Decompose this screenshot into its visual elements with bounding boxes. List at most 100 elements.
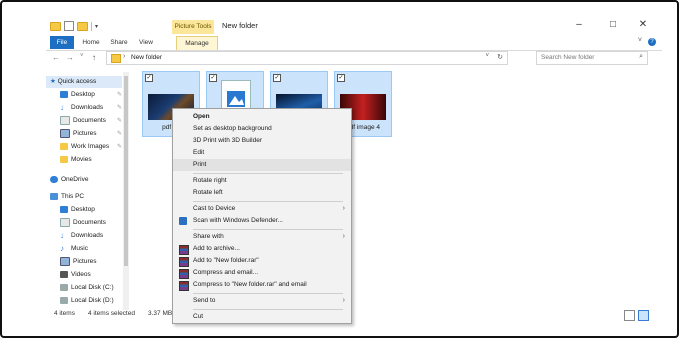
menu-label: Rotate right	[193, 177, 227, 184]
nav-item-documents[interactable]: Documents ✎	[60, 115, 122, 127]
menu-item-set-desktop-background[interactable]: Set as desktop background	[173, 123, 351, 135]
pictures-icon	[60, 128, 70, 138]
picture-tools-label: Picture Tools	[172, 20, 214, 34]
menu-label: Rotate left	[193, 189, 223, 196]
back-icon[interactable]: ←	[52, 53, 60, 62]
menu-item-add-to-archive[interactable]: Add to archive...	[173, 243, 351, 255]
nav-item-work-images[interactable]: Work Images ✎	[60, 141, 122, 153]
nav-label: Work Images	[71, 143, 110, 150]
title-bar: ▾ Picture Tools New folder – □ ✕	[42, 16, 662, 36]
chevron-right-icon: ›	[342, 205, 345, 212]
status-bar: 4 items 4 items selected 3.37 MB	[54, 310, 654, 322]
checkbox-icon[interactable]: ✓	[273, 74, 281, 82]
ribbon-expand-icon[interactable]: ˅	[638, 37, 642, 44]
pictures-icon	[60, 256, 70, 266]
winrar-icon	[179, 257, 189, 267]
nav-item-local-disk-d[interactable]: Local Disk (D:)	[60, 295, 122, 307]
nav-item-onedrive[interactable]: OneDrive	[50, 174, 122, 186]
menu-item-send-to[interactable]: Send to ›	[173, 295, 351, 307]
recent-locations-icon[interactable]: ˅	[80, 53, 84, 59]
menu-item-3d-print[interactable]: 3D Print with 3D Builder	[173, 135, 351, 147]
checkbox-icon[interactable]: ✓	[145, 74, 153, 82]
tab-manage[interactable]: Manage	[176, 36, 218, 50]
menu-item-edit[interactable]: Edit	[173, 147, 351, 159]
new-folder-icon[interactable]	[77, 21, 88, 31]
address-path[interactable]: New folder	[131, 54, 162, 61]
winrar-icon	[179, 245, 189, 255]
nav-item-documents[interactable]: Documents	[60, 217, 122, 229]
nav-label: Documents	[73, 219, 106, 226]
menu-divider	[193, 309, 343, 310]
winrar-icon	[179, 269, 189, 279]
toolbar-divider	[91, 21, 92, 31]
nav-label: Downloads	[71, 232, 104, 239]
tab-file[interactable]: File	[50, 36, 74, 49]
menu-item-cut[interactable]: Cut	[173, 311, 351, 323]
menu-label: Edit	[193, 149, 205, 156]
nav-item-pictures[interactable]: Pictures	[60, 256, 122, 268]
quick-access-toolbar: ▾	[50, 21, 98, 31]
nav-label: Movies	[71, 156, 92, 163]
folder-icon	[50, 21, 61, 31]
nav-item-music[interactable]: ♪ Music	[60, 243, 122, 255]
nav-item-quick-access[interactable]: ★ Quick access	[46, 76, 122, 88]
nav-label: Videos	[71, 271, 91, 278]
menu-item-share-with[interactable]: Share with ›	[173, 231, 351, 243]
chevron-down-icon[interactable]: ˅	[485, 53, 489, 59]
folder-icon	[60, 155, 68, 163]
up-icon[interactable]: ↑	[92, 53, 96, 62]
tab-share[interactable]: Share	[108, 36, 130, 49]
nav-item-desktop[interactable]: Desktop	[60, 204, 122, 216]
properties-icon[interactable]	[64, 21, 74, 31]
help-icon[interactable]: ?	[648, 38, 656, 46]
menu-item-add-to-rar[interactable]: Add to "New folder.rar"	[173, 255, 351, 267]
search-input[interactable]: Search New folder ⌕	[536, 51, 648, 65]
nav-item-downloads[interactable]: ↓ Downloads ✎	[60, 102, 122, 114]
menu-item-cast-to-device[interactable]: Cast to Device ›	[173, 203, 351, 215]
minimize-icon[interactable]: –	[572, 19, 586, 30]
tab-home[interactable]: Home	[80, 36, 102, 49]
maximize-icon[interactable]: □	[606, 19, 620, 30]
menu-item-print[interactable]: Print	[173, 159, 351, 171]
nav-item-downloads[interactable]: ↓ Downloads	[60, 230, 122, 242]
address-bar[interactable]: › New folder ˅ ↻	[106, 51, 508, 65]
nav-label: Documents	[73, 117, 106, 124]
winrar-icon	[179, 281, 189, 291]
refresh-icon[interactable]: ↻	[497, 53, 503, 61]
selected-count: 4 items selected	[88, 310, 135, 317]
checkbox-icon[interactable]: ✓	[337, 74, 345, 82]
nav-item-videos[interactable]: Videos	[60, 269, 122, 281]
nav-item-pictures[interactable]: Pictures ✎	[60, 128, 122, 140]
menu-label: Open	[193, 113, 210, 120]
disk-icon	[60, 283, 68, 291]
chevron-right-icon[interactable]: ›	[123, 53, 125, 60]
pin-icon: ✎	[116, 92, 122, 98]
nav-item-local-disk-c[interactable]: Local Disk (C:)	[60, 282, 122, 294]
search-icon[interactable]: ⌕	[639, 53, 643, 61]
nav-scrollbar[interactable]	[123, 72, 129, 310]
checkbox-icon[interactable]: ✓	[209, 74, 217, 82]
menu-item-open[interactable]: Open	[173, 111, 351, 123]
menu-item-rotate-right[interactable]: Rotate right	[173, 175, 351, 187]
menu-item-scan-defender[interactable]: Scan with Windows Defender...	[173, 215, 351, 227]
tab-view[interactable]: View	[136, 36, 156, 49]
details-view-icon[interactable]	[624, 310, 635, 321]
menu-item-compress-rar-email[interactable]: Compress to "New folder.rar" and email	[173, 279, 351, 291]
scrollbar-thumb[interactable]	[124, 76, 128, 266]
customize-toolbar-icon[interactable]: ▾	[95, 23, 98, 30]
menu-label: Print	[193, 161, 207, 168]
nav-item-desktop[interactable]: Desktop ✎	[60, 89, 122, 101]
menu-label: Compress and email...	[193, 269, 259, 276]
forward-icon[interactable]: →	[66, 53, 74, 62]
download-icon: ↓	[60, 102, 64, 112]
nav-item-this-pc[interactable]: This PC	[50, 191, 122, 203]
menu-item-compress-email[interactable]: Compress and email...	[173, 267, 351, 279]
close-icon[interactable]: ✕	[636, 19, 650, 30]
menu-item-rotate-left[interactable]: Rotate left	[173, 187, 351, 199]
large-icons-view-icon[interactable]	[638, 310, 649, 321]
nav-item-movies[interactable]: Movies	[60, 154, 122, 166]
menu-divider	[193, 173, 343, 174]
nav-label: Pictures	[73, 258, 97, 265]
nav-label: Local Disk (D:)	[71, 297, 114, 304]
nav-label: Quick access	[57, 78, 97, 85]
